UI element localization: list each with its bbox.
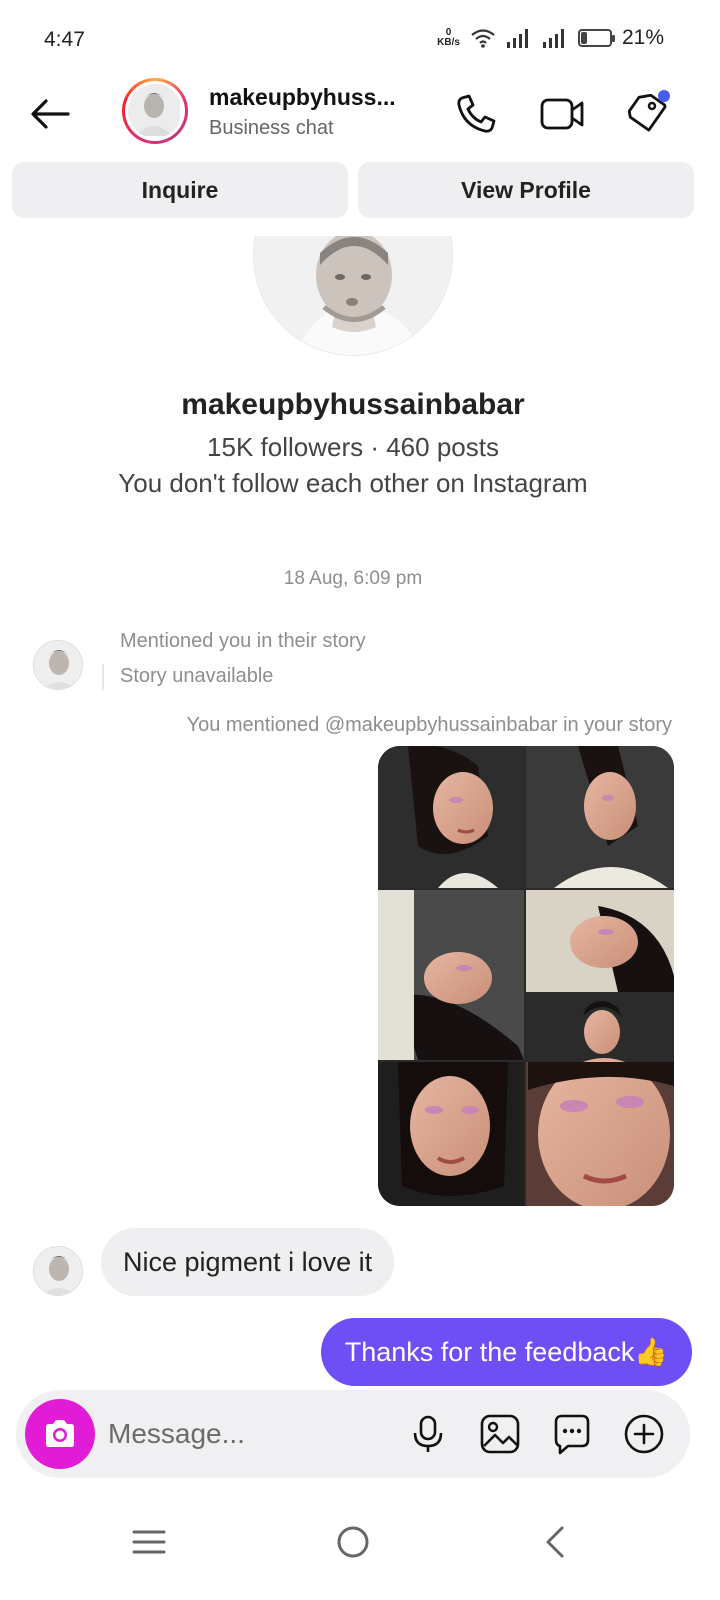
action-buttons: Inquire View Profile — [12, 162, 694, 218]
story-mention-card[interactable] — [378, 746, 674, 1206]
tag-icon — [627, 90, 670, 132]
chat-title[interactable]: makeupbyhuss... — [209, 84, 419, 111]
video-camera-icon — [540, 98, 584, 130]
status-indicators: 0 KB/s 21% — [437, 26, 664, 50]
gallery-icon — [480, 1414, 520, 1454]
voice-message-button[interactable] — [406, 1412, 450, 1456]
outgoing-message-bubble[interactable]: Thanks for the feedback👍 — [320, 1318, 692, 1386]
recent-apps-button[interactable] — [119, 1512, 179, 1572]
sticker-icon — [554, 1414, 590, 1455]
reply-bar — [102, 664, 104, 690]
message-input[interactable] — [108, 1412, 388, 1456]
gallery-button[interactable] — [478, 1412, 522, 1456]
wifi-icon — [471, 29, 495, 48]
status-time: 4:47 — [44, 28, 85, 51]
mention-sent-text: You mentioned @makeupbyhussainbabar in y… — [186, 714, 672, 736]
phone-icon — [457, 94, 496, 133]
back-arrow-icon — [31, 99, 70, 129]
home-circle-icon — [337, 1526, 369, 1558]
video-call-button[interactable] — [538, 90, 586, 138]
header-avatar[interactable] — [122, 78, 188, 144]
system-nav-bar — [0, 1500, 720, 1600]
profile-username: makeupbyhussainbabar — [181, 388, 525, 421]
chevron-left-icon — [546, 1526, 564, 1558]
avatar — [128, 84, 182, 138]
signal-icon — [506, 29, 528, 48]
mention-received-text: Mentioned you in their story — [120, 630, 366, 652]
voice-call-button[interactable] — [452, 90, 500, 138]
follow-status: You don't follow each other on Instagram — [118, 468, 588, 498]
view-profile-button[interactable]: View Profile — [358, 162, 694, 218]
back-button[interactable] — [26, 92, 74, 136]
profile-stats: 15K followers · 460 posts — [207, 432, 499, 462]
signal-icon-2 — [542, 29, 564, 48]
home-button[interactable] — [323, 1512, 383, 1572]
plus-icon — [624, 1414, 664, 1454]
menu-icon — [132, 1530, 166, 1554]
chat-subtitle: Business chat — [209, 117, 334, 139]
status-bar: 4:47 0 KB/s 21% — [0, 0, 720, 80]
network-speed: 0 KB/s — [437, 28, 460, 48]
battery-percent: 21% — [621, 26, 664, 49]
network-speed-unit: KB/s — [437, 37, 460, 48]
system-back-button[interactable] — [525, 1512, 585, 1572]
camera-icon — [46, 1420, 74, 1447]
microphone-icon — [413, 1415, 443, 1452]
notification-dot — [658, 90, 670, 102]
incoming-message-bubble[interactable]: Nice pigment i love it — [101, 1228, 395, 1296]
battery-icon — [577, 29, 615, 47]
battery-fill — [580, 32, 587, 44]
inquire-button[interactable]: Inquire — [12, 162, 348, 218]
message-timestamp: 18 Aug, 6:09 pm — [283, 568, 423, 589]
story-unavailable-text: Story unavailable — [120, 665, 274, 687]
message-composer — [16, 1390, 690, 1478]
sender-avatar-2[interactable] — [33, 1246, 83, 1296]
chat-header: makeupbyhuss... Business chat — [0, 70, 720, 158]
profile-photo[interactable] — [253, 236, 453, 356]
sender-avatar[interactable] — [33, 640, 83, 690]
story-collage-image — [378, 746, 674, 1206]
sticker-button[interactable] — [550, 1412, 594, 1456]
tag-button[interactable] — [624, 90, 672, 138]
camera-button[interactable] — [25, 1399, 95, 1469]
more-options-button[interactable] — [622, 1412, 666, 1456]
